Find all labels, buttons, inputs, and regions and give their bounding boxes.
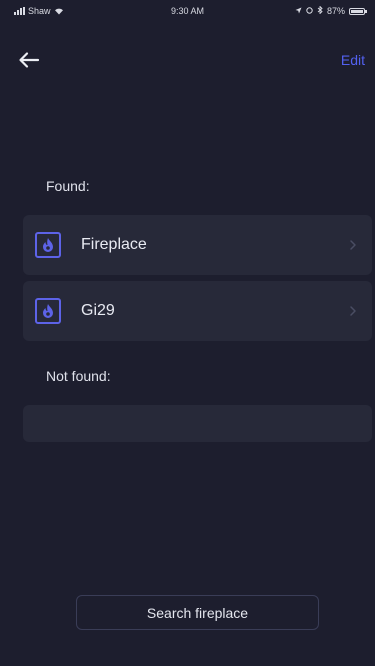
device-item-fireplace[interactable]: Fireplace: [23, 215, 372, 275]
edit-button[interactable]: Edit: [341, 52, 365, 68]
status-right: 87%: [295, 5, 367, 16]
arrow-left-icon: [19, 52, 40, 68]
device-name: Fireplace: [81, 236, 147, 253]
battery-percent: 87%: [326, 6, 345, 16]
flame-icon: [35, 232, 61, 258]
device-item-gi29[interactable]: Gi29: [23, 281, 372, 341]
status-bar: Shaw 9:30 AM 87%: [0, 0, 375, 22]
device-name: Gi29: [81, 302, 115, 319]
chevron-right-icon: [348, 305, 358, 317]
search-fireplace-button[interactable]: Search fireplace: [76, 595, 319, 630]
location-icon: [295, 6, 302, 16]
found-section-label: Found:: [46, 178, 90, 194]
alarm-icon: [306, 6, 313, 16]
not-found-list: [23, 405, 372, 442]
flame-icon: [35, 298, 61, 324]
chevron-right-icon: [348, 239, 358, 251]
back-button[interactable]: [18, 50, 46, 74]
battery-icon: [349, 7, 367, 15]
not-found-section-label: Not found:: [46, 368, 111, 384]
bluetooth-icon: [317, 5, 323, 16]
